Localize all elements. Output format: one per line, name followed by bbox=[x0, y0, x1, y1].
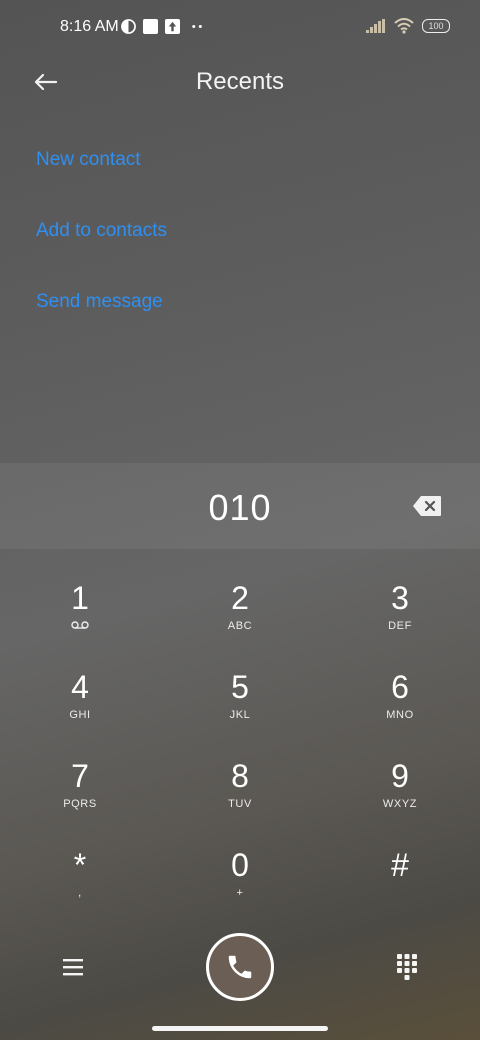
key-8[interactable]: 8 TUV bbox=[170, 752, 310, 838]
key-0[interactable]: 0 + bbox=[170, 841, 310, 927]
status-right: 100 bbox=[366, 18, 450, 34]
battery-icon: 100 bbox=[422, 19, 450, 33]
page-title: Recents bbox=[195, 68, 285, 95]
more-dots-icon bbox=[192, 25, 202, 28]
dialpad-icon[interactable] bbox=[394, 952, 420, 982]
brightness-icon bbox=[121, 19, 136, 34]
send-message-link[interactable]: Send message bbox=[36, 291, 163, 313]
key-2[interactable]: 2 ABC bbox=[170, 574, 310, 660]
square-notification-icon bbox=[143, 19, 158, 34]
bottom-bar bbox=[0, 930, 480, 1010]
key-4[interactable]: 4 GHI bbox=[10, 663, 150, 749]
wifi-icon bbox=[394, 18, 414, 34]
number-display-panel: 010 bbox=[0, 463, 480, 549]
dialed-number: 010 bbox=[208, 487, 272, 528]
key-3[interactable]: 3 DEF bbox=[330, 574, 470, 660]
menu-icon[interactable] bbox=[60, 954, 86, 980]
key-6[interactable]: 6 MNO bbox=[330, 663, 470, 749]
backspace-icon[interactable] bbox=[412, 495, 442, 517]
key-hash[interactable]: # bbox=[330, 841, 470, 927]
add-to-contacts-link[interactable]: Add to contacts bbox=[36, 220, 167, 242]
phone-icon bbox=[228, 955, 252, 979]
signal-icon bbox=[366, 19, 385, 33]
home-indicator[interactable] bbox=[152, 1026, 328, 1031]
key-1[interactable]: 1 bbox=[10, 574, 150, 660]
app-bar: Recents bbox=[0, 56, 480, 108]
key-star[interactable]: * , bbox=[10, 841, 150, 927]
upload-icon bbox=[165, 19, 180, 34]
status-bar: 8:16 AM 100 bbox=[0, 0, 480, 56]
status-time: 8:16 AM bbox=[60, 18, 119, 35]
key-9[interactable]: 9 WXYZ bbox=[330, 752, 470, 838]
voicemail-icon bbox=[10, 620, 150, 634]
call-button[interactable] bbox=[206, 933, 274, 1001]
key-5[interactable]: 5 JKL bbox=[170, 663, 310, 749]
key-7[interactable]: 7 PQRS bbox=[10, 752, 150, 838]
new-contact-link[interactable]: New contact bbox=[36, 149, 141, 171]
